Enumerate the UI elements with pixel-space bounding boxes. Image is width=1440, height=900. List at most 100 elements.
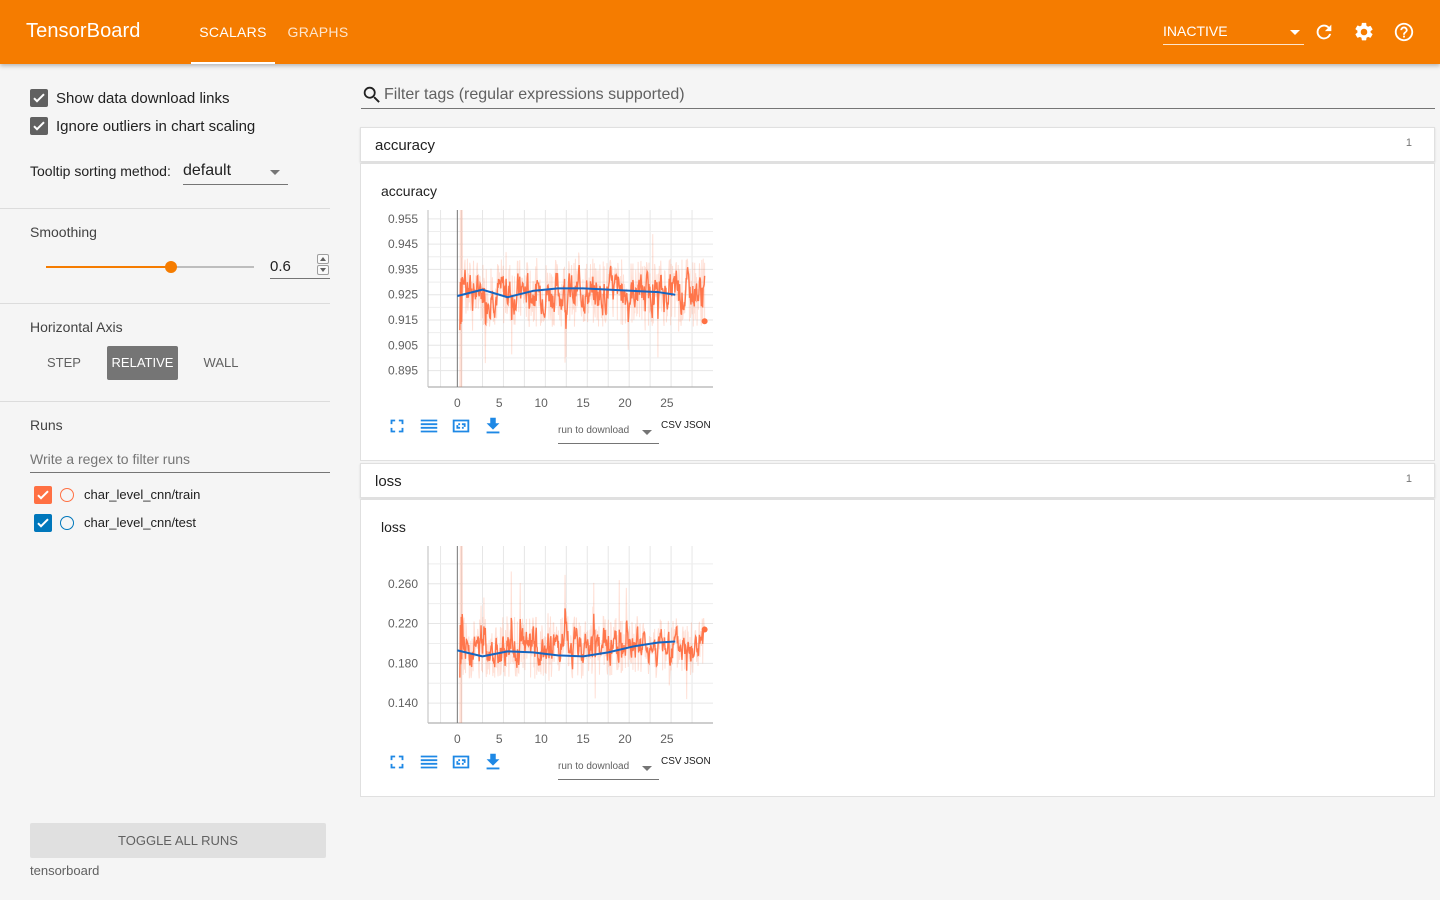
run-to-download-dropdown[interactable]: run to download [558,758,659,780]
fullscreen-icon[interactable] [386,751,408,773]
train-last-point [701,626,708,633]
tooltip-sorting-value: default [183,162,232,179]
y-tick-label: 0.925 [388,288,418,302]
show-download-links-checkbox[interactable] [30,89,48,107]
help-icon[interactable] [1393,21,1415,43]
y-tick-label: 0.935 [388,262,418,276]
smoothing-slider-fill [46,266,171,268]
spin-down-icon[interactable] [317,265,329,275]
x-tick-label: 25 [660,396,674,410]
csv-download-link[interactable]: CSV [661,756,682,767]
settings-gear-icon[interactable] [1353,21,1375,43]
run-to-download-label: run to download [558,425,630,436]
category-header-accuracy[interactable]: accuracy 1 [360,127,1435,162]
smoothing-slider-handle[interactable] [164,261,177,273]
spin-up-icon[interactable] [317,254,329,264]
tag-filter-bar[interactable] [361,82,1435,109]
toggle-all-runs-button[interactable]: TOGGLE ALL RUNS [30,823,326,858]
dropdown-arrow-icon [270,170,280,175]
category-count: 1 [1405,473,1412,485]
run-to-download-label: run to download [558,761,630,772]
log-scale-toggle-icon[interactable] [418,415,440,437]
smoothing-title: Smoothing [30,224,97,240]
category-count: 1 [1405,137,1412,149]
axis-wall-button[interactable]: WALL [192,346,250,380]
tab-scalars[interactable]: SCALARS [191,0,275,64]
ignore-outliers-checkbox[interactable] [30,117,48,135]
smoothing-slider[interactable] [46,261,254,273]
fit-domain-icon[interactable] [450,751,472,773]
brand-title: TensorBoard [26,20,141,42]
smoothing-value: 0.6 [270,258,291,275]
x-tick-label: 0 [454,732,461,746]
refresh-icon[interactable] [1313,21,1335,43]
x-tick-label: 15 [576,732,590,746]
json-download-link[interactable]: JSON [684,420,711,431]
tooltip-sorting-label: Tooltip sorting method: [30,163,171,179]
check-icon [33,93,45,103]
x-tick-label: 10 [534,732,548,746]
sidebar: Show data download links Ignore outliers… [0,64,360,900]
check-icon [37,490,49,500]
dropdown-arrow-icon [642,766,652,771]
runs-filter-field[interactable] [30,448,330,473]
category-name: accuracy [375,137,436,154]
accuracy-chart[interactable]: 0 5 10 15 20 25 0.955 0.945 0.935 0.925 0.915 0.905… [361,164,761,414]
x-tick-label: 5 [496,732,503,746]
x-tick-label: 10 [534,396,548,410]
x-tick-label: 0 [454,396,461,410]
status-dropdown[interactable]: INACTIVE [1163,18,1304,45]
fullscreen-icon[interactable] [386,415,408,437]
y-tick-label: 0.945 [388,237,418,251]
tag-filter-input[interactable] [384,84,1424,106]
loss-chart[interactable]: 0 5 10 15 20 25 0.260 0.220 0.180 0.140 [361,500,761,750]
x-tick-label: 20 [618,396,632,410]
run-test-checkbox[interactable] [34,514,52,532]
top-app-bar: TensorBoard SCALARS GRAPHS INACTIVE [0,0,1440,64]
run-train-checkbox[interactable] [34,486,52,504]
chart-card-loss: loss 0 5 10 15 20 25 0.260 0.220 0.180 0.140 run … [360,499,1435,797]
ignore-outliers-label: Ignore outliers in chart scaling [56,118,256,135]
status-dropdown-value: INACTIVE [1163,23,1228,39]
y-tick-label: 0.955 [388,212,418,226]
json-download-link[interactable]: JSON [684,756,711,767]
dropdown-arrow-icon [642,430,652,435]
x-tick-label: 20 [618,732,632,746]
y-tick-label: 0.140 [388,696,418,710]
download-icon[interactable] [482,415,504,437]
horizontal-axis-title: Horizontal Axis [30,319,123,335]
check-icon [37,518,49,528]
fit-domain-icon[interactable] [450,415,472,437]
divider [0,208,330,209]
run-train-color-swatch[interactable] [60,488,74,502]
y-tick-label: 0.905 [388,338,418,352]
x-tick-label: 15 [576,396,590,410]
footer-label: tensorboard [30,863,100,878]
y-tick-label: 0.220 [388,617,418,631]
run-test-color-swatch[interactable] [60,516,74,530]
x-tick-label: 5 [496,396,503,410]
log-scale-toggle-icon[interactable] [418,751,440,773]
download-icon[interactable] [482,751,504,773]
category-name: loss [375,473,402,490]
y-tick-label: 0.260 [388,577,418,591]
y-tick-label: 0.895 [388,364,418,378]
dropdown-arrow-icon [1290,30,1300,35]
y-tick-label: 0.915 [388,313,418,327]
runs-filter-input[interactable] [30,448,330,467]
axis-step-button[interactable]: STEP [36,346,92,380]
csv-download-link[interactable]: CSV [661,420,682,431]
divider [0,401,330,402]
y-tick-label: 0.180 [388,656,418,670]
axis-relative-button[interactable]: RELATIVE [107,346,178,380]
divider [0,303,330,304]
check-icon [33,121,45,131]
search-icon [363,86,380,103]
run-to-download-dropdown[interactable]: run to download [558,422,659,444]
train-last-point [701,318,708,325]
smoothing-input[interactable]: 0.6 [270,254,330,279]
tooltip-sorting-dropdown[interactable]: default [183,161,288,185]
show-download-links-label: Show data download links [56,90,230,107]
category-header-loss[interactable]: loss 1 [360,463,1435,498]
tab-graphs[interactable]: GRAPHS [280,0,356,64]
